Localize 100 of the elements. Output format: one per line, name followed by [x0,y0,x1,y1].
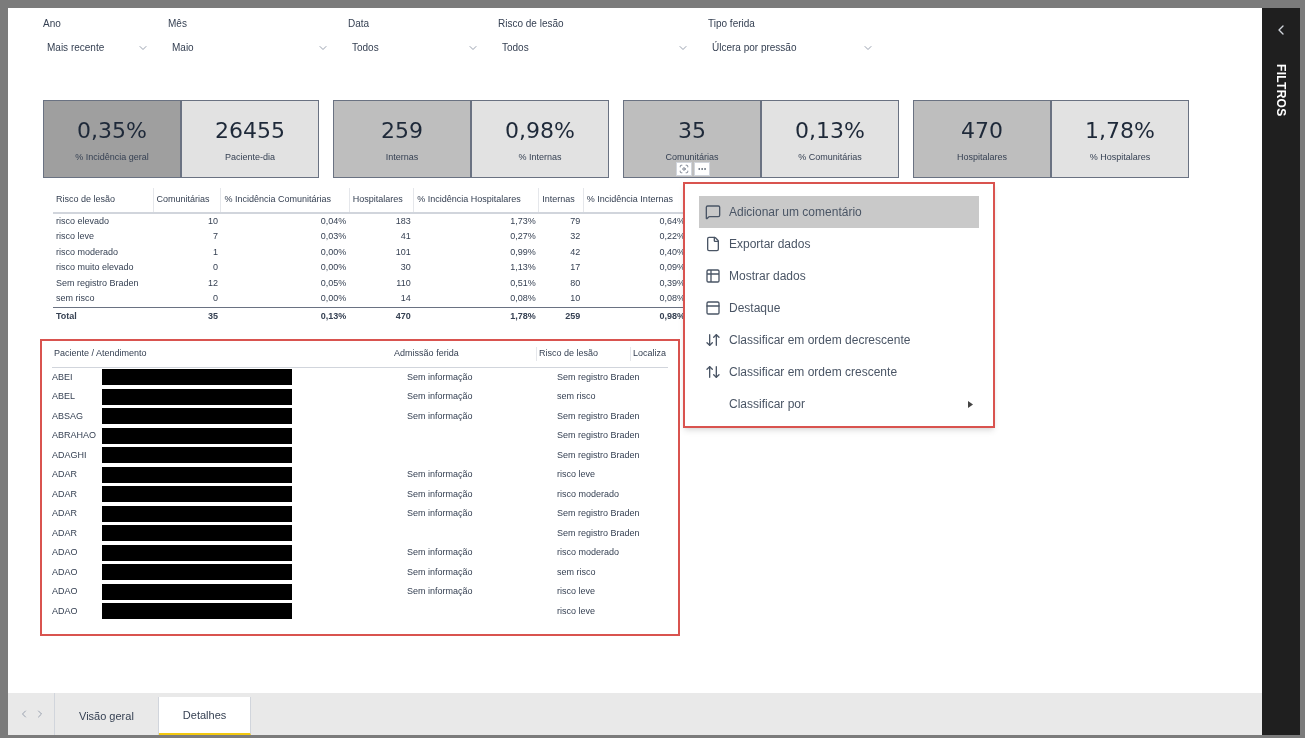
kpi-label: % Hospitalares [1089,150,1151,164]
column-header[interactable]: Admissão ferida [392,347,536,361]
table-cell-text: sem risco [557,565,597,579]
table-cell-text: 42 [569,245,582,259]
table-cell-text: 41 [399,230,412,243]
table-icon [705,268,721,284]
total-cell: 1,78% [413,307,539,325]
focus-mode-button[interactable] [676,162,692,176]
column-header[interactable]: Localiza [629,347,668,361]
kpi-value: 259 [381,116,423,145]
table-cell-text: 0,05% [319,276,348,290]
kpi-value: 470 [961,116,1003,145]
table-cell: sem risco [53,291,154,307]
column-header[interactable]: Comunitárias [153,188,221,213]
menu-item[interactable]: Mostrar dados [699,260,979,292]
table-cell-text: ADAR [52,526,78,540]
filters-pane[interactable]: FILTROS [1262,8,1300,735]
menu-item[interactable]: Adicionar um comentário [699,196,979,228]
menu-item[interactable]: Classificar em ordem decrescente [699,324,979,356]
filter-dropdown[interactable]: Todos [498,37,693,58]
kpi-label: % Incidência geral [75,150,149,164]
filter-label: Tipo ferida [708,17,756,31]
table-cell: 0,04% [220,212,350,229]
table-cell-text: risco moderado [55,245,120,259]
table-cell-text: ADAR [52,468,78,481]
column-header[interactable]: Hospitalares [349,188,414,213]
filters-pane-title: FILTROS [1273,64,1289,117]
table-cell-text: 0,03% [319,230,348,243]
table-cell-text: ADAO [52,585,79,598]
table-cell-text: 0,99% [509,245,537,259]
table-cell-text: ADAGHI [52,448,88,462]
submenu-arrow-icon [968,400,973,408]
table-cell-text: risco moderado [557,487,621,501]
sort-ascending-icon [705,364,721,380]
table-cell-text: sem risco [557,390,597,403]
table-cell-text: 0,00% [319,245,348,259]
table-cell-text: risco leve [557,468,596,481]
table-cell-text: risco moderado [557,546,621,559]
table-cell: 0,00% [220,291,350,307]
table-cell-text: Sem registro Braden [557,370,641,384]
table-cell-text: Sem informação [407,565,474,579]
kpi-label: % Comunitárias [798,150,862,164]
table-cell: 0,64% [583,212,688,229]
table-cell-text: 32 [569,230,582,243]
column-header[interactable]: Risco de lesão [53,188,154,213]
sort-descending-icon [705,332,721,348]
menu-item[interactable]: Destaque [699,292,979,324]
filter-dropdown[interactable]: Todos [348,37,483,58]
page-tab[interactable]: Detalhes [158,697,252,735]
table-cell-text: ADAR [52,507,78,520]
table-cell-text: risco leve [557,604,596,618]
kpi-label: % Internas [518,150,562,164]
table-cell-text: ADAO [52,604,79,618]
table-cell-text: 0 [211,261,219,274]
table-cell-text: ADAR [52,487,78,501]
spotlight-icon [705,300,721,316]
filter-label: Data [348,17,371,31]
table-cell-text: ABRAHAO [52,429,97,442]
filter-dropdown[interactable]: Maio [168,37,333,58]
table-cell: 79 [538,212,584,229]
total-cell: 0,13% [220,307,350,325]
table-cell-text: ABEI [52,370,74,384]
table-cell-text: 0,22% [658,230,686,243]
menu-item[interactable]: Exportar dados [699,228,979,260]
column-header[interactable]: Internas [538,188,584,213]
table-cell: 0,08% [413,291,539,307]
more-options-button[interactable] [694,162,710,176]
table-cell: 14 [349,291,414,307]
kpi-label: Paciente-dia [224,150,275,164]
filter-dropdown[interactable]: Mais recente [43,37,153,58]
table-cell-text: Sem informação [407,390,474,403]
table-cell-text: Sem registro Braden [557,507,641,520]
table-cell-text: Sem registro Braden [55,276,140,290]
table-cell-text: 101 [394,245,412,259]
table-cell-text: Sem informação [407,585,474,598]
table-cell-text: 12 [206,276,219,290]
document-icon [705,236,721,252]
column-header[interactable]: Paciente / Atendimento [52,347,393,361]
table-cell: 0 [153,291,221,307]
table-cell-text: 0,40% [658,245,686,259]
table-cell-text: ADAO [52,565,79,579]
column-header[interactable]: % Incidência Hospitalares [413,188,539,213]
filter-label: Risco de lesão [498,17,565,31]
table-cell-text: Sem registro Braden [557,409,641,423]
table-cell: 10 [153,212,221,229]
total-cell: 35 [153,307,221,325]
filter-label: Ano [43,17,62,31]
table-cell-text: ABEL [52,390,76,403]
menu-item[interactable]: Classificar em ordem crescente [699,356,979,388]
table-cell: 10 [538,291,584,307]
filter-dropdown[interactable]: Úlcera por pressão [708,37,878,58]
table-cell-text: Sem informação [407,546,474,559]
column-header[interactable]: Risco de lesão [535,347,630,361]
menu-item[interactable]: Classificar por [699,388,979,420]
column-header[interactable]: % Incidência Comunitárias [220,188,350,213]
table-cell-text: ABSAG [52,409,84,423]
kpi-label: Hospitalares [957,150,1007,164]
table-cell-text: Sem informação [407,468,474,481]
kpi-value: 26455 [215,116,285,145]
table-cell: risco elevado [53,212,154,229]
